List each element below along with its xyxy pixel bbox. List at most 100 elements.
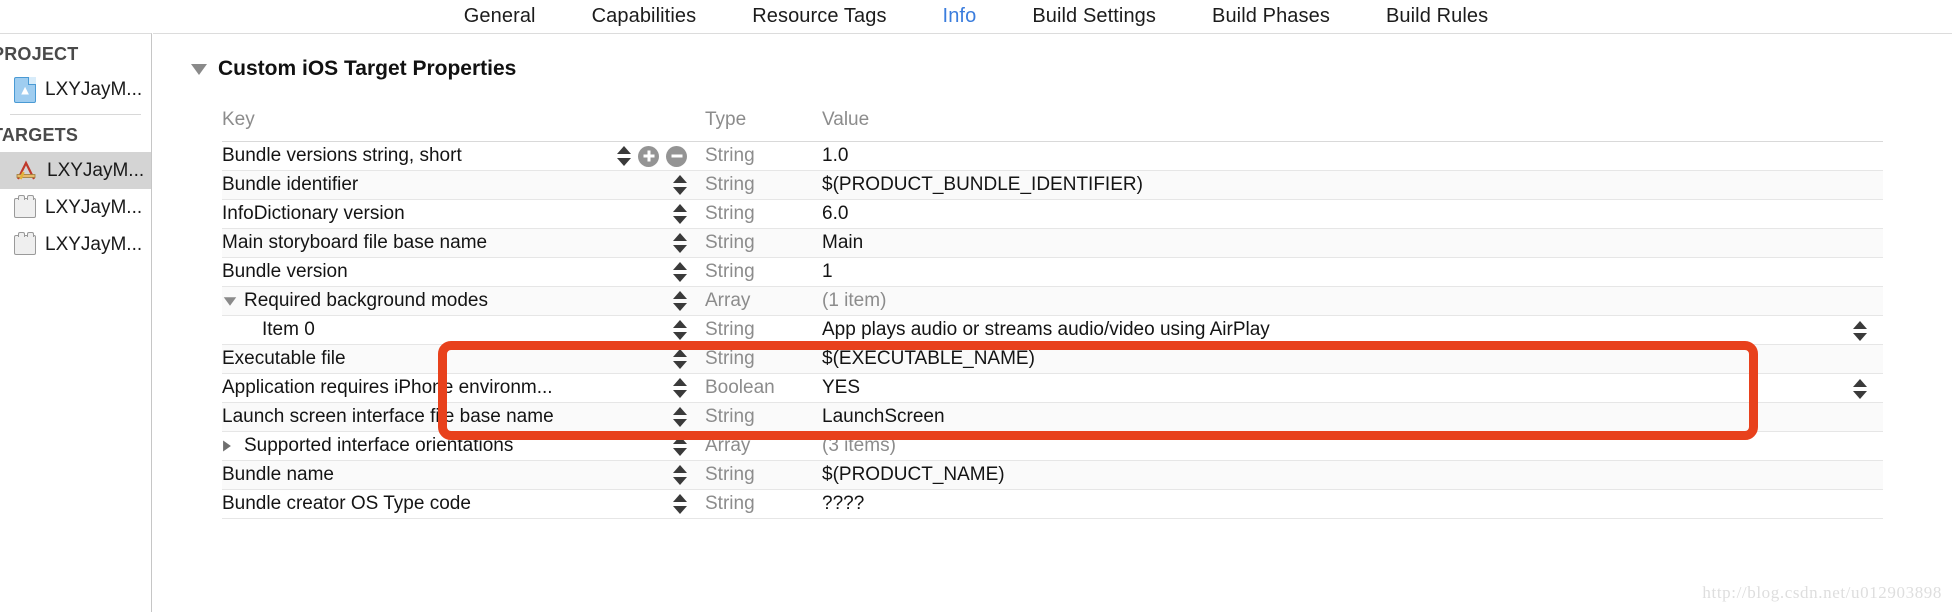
row-type-cell[interactable]: Boolean xyxy=(687,377,822,399)
watermark-text: http://blog.csdn.net/u012903898 xyxy=(1702,583,1942,602)
row-controls xyxy=(617,319,687,341)
row-value-label: YES xyxy=(822,377,861,398)
row-value-cell[interactable]: ???? xyxy=(822,493,1883,515)
row-type-cell[interactable]: String xyxy=(687,406,822,428)
remove-row-button[interactable] xyxy=(666,145,687,167)
tab-build-settings[interactable]: Build Settings xyxy=(1032,5,1156,28)
sort-stepper-icon[interactable] xyxy=(673,435,687,457)
row-key-cell: Application requires iPhone environm... xyxy=(222,377,617,399)
row-type-label: String xyxy=(705,348,755,369)
value-stepper-icon[interactable] xyxy=(1853,378,1867,400)
tab-build-phases[interactable]: Build Phases xyxy=(1212,5,1330,28)
row-type-cell[interactable]: Array xyxy=(687,290,822,312)
row-value-cell[interactable]: 1.0 xyxy=(822,145,1883,167)
row-type-cell[interactable]: String xyxy=(687,319,822,341)
tab-general[interactable]: General xyxy=(464,5,536,28)
row-type-label: String xyxy=(705,319,755,340)
chevron-down-icon[interactable] xyxy=(191,63,207,75)
row-type-label: Boolean xyxy=(705,377,775,398)
row-type-cell[interactable]: String xyxy=(687,145,822,167)
row-type-cell[interactable]: String xyxy=(687,203,822,225)
row-value-cell[interactable]: YES xyxy=(822,377,1883,399)
row-key-label: Required background modes xyxy=(244,290,488,311)
sort-stepper-icon[interactable] xyxy=(673,377,687,399)
row-key-label: Bundle creator OS Type code xyxy=(222,493,471,514)
sidebar-target-list: LXYJayM... LXYJayM... LXYJayM... xyxy=(0,152,151,263)
row-type-cell[interactable]: String xyxy=(687,174,822,196)
table-row[interactable]: Bundle version String 1 xyxy=(222,258,1883,287)
row-type-cell[interactable]: String xyxy=(687,232,822,254)
bundle-target-icon xyxy=(14,231,36,255)
row-key-cell: Bundle version xyxy=(222,261,617,283)
tab-capabilities[interactable]: Capabilities xyxy=(592,5,697,28)
row-value-cell[interactable]: $(EXECUTABLE_NAME) xyxy=(822,348,1883,370)
table-row[interactable]: Bundle name String $(PRODUCT_NAME) xyxy=(222,461,1883,490)
row-value-cell[interactable]: (1 item) xyxy=(822,290,1883,312)
sort-stepper-icon[interactable] xyxy=(673,174,687,196)
row-controls xyxy=(617,464,687,486)
row-value-cell[interactable]: 6.0 xyxy=(822,203,1883,225)
row-value-label: 1.0 xyxy=(822,145,849,166)
row-type-cell[interactable]: String xyxy=(687,261,822,283)
table-row[interactable]: Bundle creator OS Type code String???? xyxy=(222,490,1883,519)
row-controls xyxy=(617,406,687,428)
sidebar-project-list: ▲ LXYJayM... xyxy=(0,71,151,108)
sort-stepper-icon[interactable] xyxy=(673,493,687,515)
table-row[interactable]: Bundle identifier String $(PRODUCT_BUNDLE_… xyxy=(222,171,1883,200)
project-navigator-sidebar: PROJECT ▲ LXYJayM... TARGETS LXYJayM... LX… xyxy=(0,33,152,612)
sort-stepper-icon[interactable] xyxy=(617,145,631,167)
sort-stepper-icon[interactable] xyxy=(673,203,687,225)
row-value-cell[interactable]: $(PRODUCT_NAME) xyxy=(822,464,1883,486)
row-type-cell[interactable]: Array xyxy=(687,435,822,457)
tab-info[interactable]: Info xyxy=(943,5,977,28)
sidebar-item-label: LXYJayM... xyxy=(45,78,143,100)
row-type-label: String xyxy=(705,145,755,166)
row-type-cell[interactable]: String xyxy=(687,464,822,486)
row-value-label: (3 items) xyxy=(822,435,896,456)
table-row[interactable]: Main storyboard file base name String Main xyxy=(222,229,1883,258)
table-row[interactable]: Supported interface orientations Array (3 … xyxy=(222,432,1883,461)
tab-build-rules[interactable]: Build Rules xyxy=(1386,5,1488,28)
table-row[interactable]: InfoDictionary version String 6.0 xyxy=(222,200,1883,229)
chevron-down-icon[interactable] xyxy=(222,296,244,307)
custom-ios-target-properties-section[interactable]: Custom iOS Target Properties xyxy=(191,57,516,81)
sort-stepper-icon[interactable] xyxy=(673,261,687,283)
row-type-label: String xyxy=(705,203,755,224)
info-editor-pane: Custom iOS Target Properties Key Type Va… xyxy=(153,33,1952,612)
sort-stepper-icon[interactable] xyxy=(673,406,687,428)
sidebar-item[interactable]: ▲ LXYJayM... xyxy=(0,71,151,108)
sort-stepper-icon[interactable] xyxy=(673,232,687,254)
sort-stepper-icon[interactable] xyxy=(673,348,687,370)
row-key-label: Bundle identifier xyxy=(222,174,359,195)
sort-stepper-icon[interactable] xyxy=(673,319,687,341)
add-row-button[interactable] xyxy=(638,145,659,167)
sidebar-item[interactable]: LXYJayM... xyxy=(0,226,151,263)
row-type-cell[interactable]: String xyxy=(687,493,822,515)
row-value-cell[interactable]: $(PRODUCT_BUNDLE_IDENTIFIER) xyxy=(822,174,1883,196)
chevron-right-icon[interactable] xyxy=(222,439,244,453)
table-row[interactable]: Item 0 String App plays audio or streams a… xyxy=(222,316,1883,345)
row-value-cell[interactable]: Main xyxy=(822,232,1883,254)
sort-stepper-icon[interactable] xyxy=(673,290,687,312)
row-value-cell[interactable]: App plays audio or streams audio/video u… xyxy=(822,319,1883,341)
value-stepper-icon[interactable] xyxy=(1853,320,1867,342)
sidebar-item[interactable]: LXYJayM... xyxy=(0,189,151,226)
sidebar-item[interactable]: LXYJayM... xyxy=(0,152,151,189)
table-row[interactable]: Application requires iPhone environm... B… xyxy=(222,374,1883,403)
row-type-label: Array xyxy=(705,290,751,311)
tab-resource-tags[interactable]: Resource Tags xyxy=(752,5,886,28)
row-value-cell[interactable]: (3 items) xyxy=(822,435,1883,457)
row-key-label: Bundle versions string, short xyxy=(222,145,462,166)
row-key-cell: Executable file xyxy=(222,348,617,370)
row-key-cell: Required background modes xyxy=(222,290,617,312)
table-row[interactable]: Bundle versions string, short String 1.0 xyxy=(222,142,1883,171)
column-header-value: Value xyxy=(822,108,870,130)
row-value-cell[interactable]: 1 xyxy=(822,261,1883,283)
row-value-cell[interactable]: LaunchScreen xyxy=(822,406,1883,428)
sort-stepper-icon[interactable] xyxy=(673,464,687,486)
row-value-label: App plays audio or streams audio/video u… xyxy=(822,319,1270,340)
table-row[interactable]: Required background modes Array (1 item) xyxy=(222,287,1883,316)
table-row[interactable]: Launch screen interface file base name St… xyxy=(222,403,1883,432)
row-type-cell[interactable]: String xyxy=(687,348,822,370)
table-row[interactable]: Executable file String $(EXECUTABLE_NAME) xyxy=(222,345,1883,374)
